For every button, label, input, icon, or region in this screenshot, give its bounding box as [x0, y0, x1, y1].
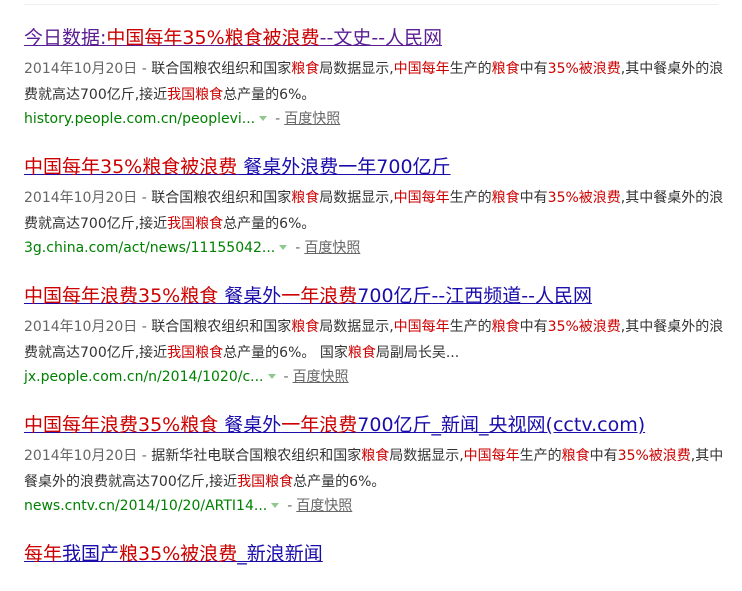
- abstract-highlight: 粮食: [291, 319, 320, 335]
- abstract-highlight: 粮食: [361, 448, 390, 464]
- abstract-text: 总产量的6%。: [223, 216, 316, 232]
- title-highlight: 中国每年浪费35%粮食: [24, 285, 219, 307]
- abstract-highlight: 中国每年: [393, 319, 450, 335]
- abstract-highlight: 35%被浪费: [617, 448, 691, 464]
- abstract-text: 中有: [519, 61, 548, 77]
- abstract-highlight: 中国每年: [463, 448, 520, 464]
- result-source-line: history.people.com.cn/peoplevi... - 百度快照: [24, 108, 724, 130]
- abstract-text: 据新华社电联合国粮农组织和国家: [151, 448, 362, 464]
- abstract-highlight: 我国粮食: [167, 216, 224, 232]
- result-title-link[interactable]: 中国每年浪费35%粮食 餐桌外一年浪费700亿斤--江西频道--人民网: [24, 282, 724, 310]
- title-text: _新浪新闻: [237, 543, 323, 565]
- search-result-2: 中国每年35%粮食被浪费 餐桌外浪费一年700亿斤 2014年10月20日 - 联…: [24, 153, 724, 259]
- abstract-highlight: 35%被浪费: [547, 190, 621, 206]
- result-title-link[interactable]: 中国每年35%粮食被浪费 餐桌外浪费一年700亿斤: [24, 153, 724, 181]
- cache-snapshot-link[interactable]: 百度快照: [284, 111, 340, 127]
- abstract-text: 生产的: [449, 61, 492, 77]
- abstract-text: 总产量的6%。 国家: [223, 345, 348, 361]
- separator: -: [287, 498, 293, 514]
- result-abstract: 2014年10月20日 - 联合国粮农组织和国家粮食局数据显示,中国每年生产的粮…: [24, 314, 724, 366]
- abstract-text: 生产的: [449, 190, 492, 206]
- abstract-text: 中有: [519, 319, 548, 335]
- title-highlight: 每年: [24, 543, 63, 565]
- abstract-highlight: 粮食: [491, 319, 520, 335]
- search-result-4: 中国每年浪费35%粮食 餐桌外一年浪费700亿斤_新闻_央视网(cctv.com…: [24, 411, 724, 517]
- dropdown-arrow-icon[interactable]: [267, 373, 276, 379]
- abstract-highlight: 粮食: [291, 190, 320, 206]
- abstract-text: 中有: [589, 448, 618, 464]
- dropdown-arrow-icon[interactable]: [259, 115, 268, 121]
- result-title-link[interactable]: 今日数据:中国每年35%粮食被浪费--文史--人民网: [24, 24, 724, 52]
- title-text: 今日数据:: [24, 27, 107, 49]
- abstract-text: 局数据显示,: [319, 319, 394, 335]
- abstract-highlight: 粮食: [347, 345, 376, 361]
- search-results-list: 今日数据:中国每年35%粮食被浪费--文史--人民网 2014年10月20日 - …: [24, 24, 724, 591]
- title-text: 700亿斤_新闻_央视网(cctv.com): [357, 414, 646, 436]
- result-abstract: 2014年10月20日 - 据新华社电联合国粮农组织和国家粮食局数据显示,中国每…: [24, 443, 724, 495]
- abstract-highlight: 我国粮食: [167, 87, 224, 103]
- abstract-highlight: 我国粮食: [237, 474, 294, 490]
- search-result-1: 今日数据:中国每年35%粮食被浪费--文史--人民网 2014年10月20日 - …: [24, 24, 724, 130]
- abstract-highlight: 中国每年: [393, 190, 450, 206]
- result-source-line: news.cntv.cn/2014/10/20/ARTI14... - 百度快照: [24, 495, 724, 517]
- title-highlight: 中国每年35%粮食被浪费: [106, 27, 320, 49]
- abstract-highlight: 35%被浪费: [547, 61, 621, 77]
- title-text: 餐桌外: [218, 414, 282, 436]
- abstract-highlight: 粮食: [291, 61, 320, 77]
- title-highlight: 一年浪费: [281, 285, 358, 307]
- result-url[interactable]: history.people.com.cn/peoplevi...: [24, 111, 255, 127]
- abstract-highlight: 粮食: [491, 61, 520, 77]
- abstract-text: 总产量的6%。: [293, 474, 386, 490]
- abstract-text: 生产的: [449, 319, 492, 335]
- top-divider: [24, 4, 718, 5]
- result-date: 2014年10月20日 -: [24, 448, 152, 464]
- abstract-highlight: 中国每年: [393, 61, 450, 77]
- separator: -: [283, 369, 289, 385]
- result-date: 2014年10月20日 -: [24, 319, 152, 335]
- dropdown-arrow-icon[interactable]: [271, 502, 280, 508]
- title-highlight: 中国每年35%粮食被浪费: [24, 156, 238, 178]
- abstract-text: 局数据显示,: [389, 448, 464, 464]
- abstract-highlight: 我国粮食: [167, 345, 224, 361]
- separator: -: [275, 111, 281, 127]
- result-url[interactable]: news.cntv.cn/2014/10/20/ARTI14...: [24, 498, 267, 514]
- abstract-text: 中有: [519, 190, 548, 206]
- cache-snapshot-link[interactable]: 百度快照: [296, 498, 352, 514]
- title-text: 餐桌外: [218, 285, 282, 307]
- separator: -: [295, 240, 301, 256]
- result-date: 2014年10月20日 -: [24, 61, 152, 77]
- title-text: 我国产: [62, 543, 120, 565]
- result-title-link[interactable]: 每年我国产粮35%被浪费_新浪新闻: [24, 540, 724, 568]
- result-source-line: jx.people.com.cn/n/2014/1020/c... - 百度快照: [24, 366, 724, 388]
- abstract-text: 联合国粮农组织和国家: [151, 190, 292, 206]
- result-date: 2014年10月20日 -: [24, 190, 152, 206]
- title-highlight: 粮35%被浪费: [119, 543, 238, 565]
- title-text: 餐桌外浪费一年700亿斤: [237, 156, 451, 178]
- cache-snapshot-link[interactable]: 百度快照: [304, 240, 360, 256]
- abstract-highlight: 35%被浪费: [547, 319, 621, 335]
- abstract-text: 生产的: [519, 448, 562, 464]
- search-result-3: 中国每年浪费35%粮食 餐桌外一年浪费700亿斤--江西频道--人民网 2014年…: [24, 282, 724, 388]
- abstract-text: 联合国粮农组织和国家: [151, 319, 292, 335]
- abstract-text: 局数据显示,: [319, 190, 394, 206]
- title-text: 700亿斤--江西频道--人民网: [357, 285, 592, 307]
- title-highlight: 一年浪费: [281, 414, 358, 436]
- title-text: --文史--人民网: [319, 27, 443, 49]
- abstract-text: 局数据显示,: [319, 61, 394, 77]
- result-url[interactable]: jx.people.com.cn/n/2014/1020/c...: [24, 369, 264, 385]
- abstract-text: 联合国粮农组织和国家: [151, 61, 292, 77]
- result-abstract: 2014年10月20日 - 联合国粮农组织和国家粮食局数据显示,中国每年生产的粮…: [24, 185, 724, 237]
- result-source-line: 3g.china.com/act/news/11155042... - 百度快照: [24, 237, 724, 259]
- result-abstract: 2014年10月20日 - 联合国粮农组织和国家粮食局数据显示,中国每年生产的粮…: [24, 56, 724, 108]
- search-result-5: 每年我国产粮35%被浪费_新浪新闻: [24, 540, 724, 568]
- title-highlight: 中国每年浪费35%粮食: [24, 414, 219, 436]
- abstract-text: 局副局长吴...: [375, 345, 460, 361]
- abstract-highlight: 粮食: [491, 190, 520, 206]
- cache-snapshot-link[interactable]: 百度快照: [293, 369, 349, 385]
- abstract-highlight: 粮食: [561, 448, 590, 464]
- result-url[interactable]: 3g.china.com/act/news/11155042...: [24, 240, 275, 256]
- result-title-link[interactable]: 中国每年浪费35%粮食 餐桌外一年浪费700亿斤_新闻_央视网(cctv.com…: [24, 411, 724, 439]
- dropdown-arrow-icon[interactable]: [279, 244, 288, 250]
- abstract-text: 总产量的6%。: [223, 87, 316, 103]
